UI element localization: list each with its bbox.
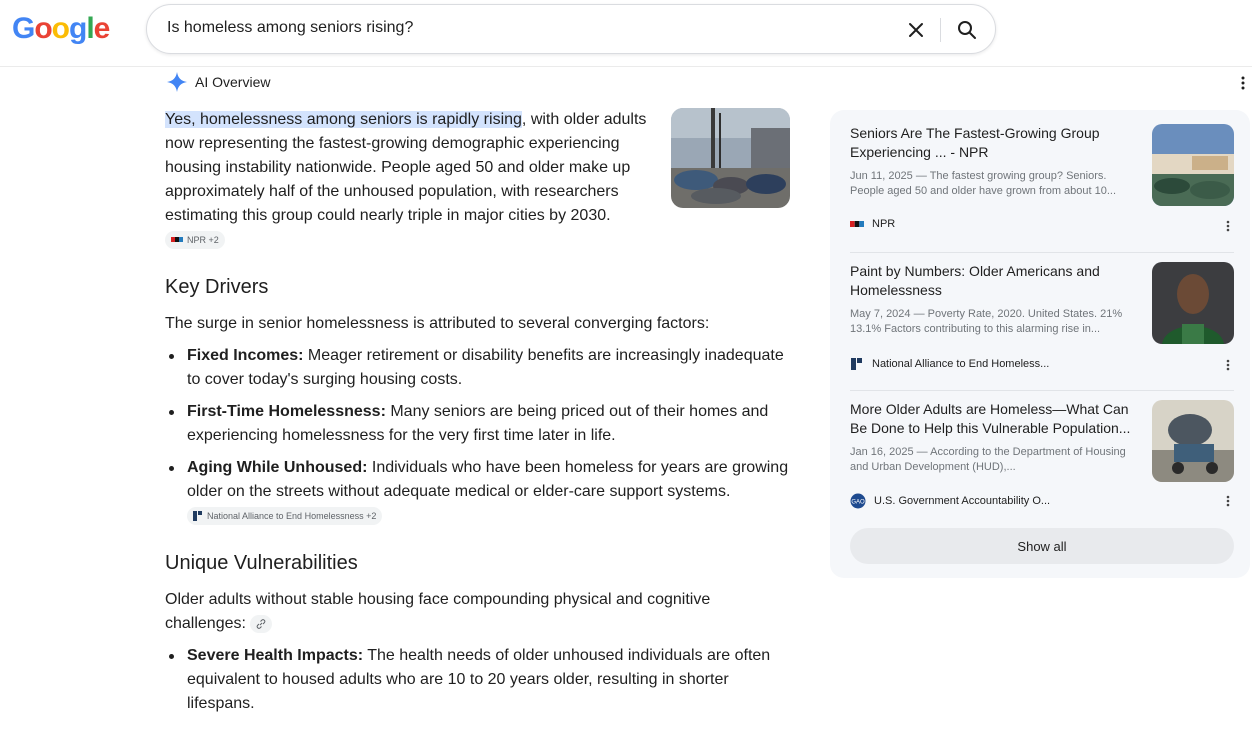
source-card-snippet: Jun 11, 2025 — The fastest growing group…	[850, 170, 1117, 197]
naeh-logo-icon	[193, 510, 202, 521]
source-card-title[interactable]: Paint by Numbers: Older Americans and Ho…	[850, 262, 1140, 300]
encampment-thumbnail-image	[1152, 124, 1234, 206]
ai-overview-more-options-button[interactable]	[1236, 74, 1250, 92]
bullet-label: Aging While Unhoused:	[187, 459, 368, 476]
source-chip-label: NPR +2	[187, 234, 219, 245]
npr-logo-icon	[171, 237, 183, 243]
source-card[interactable]: More Older Adults are Homeless—What Can …	[850, 400, 1234, 524]
bullet-list: Fixed Incomes: Meager retirement or disa…	[165, 344, 795, 528]
more-vert-icon	[1226, 495, 1230, 507]
source-card-site: NPR	[850, 218, 895, 230]
bullet-item: Severe Health Impacts: The health needs …	[165, 644, 795, 716]
bullet-label: Severe Health Impacts:	[187, 647, 364, 664]
clear-search-button[interactable]	[903, 17, 929, 43]
search-button[interactable]	[953, 16, 981, 44]
intro-paragraph: Yes, homelessness among seniors is rapid…	[165, 108, 650, 252]
bullet-item: Fixed Incomes: Meager retirement or disa…	[165, 344, 795, 392]
more-vert-icon	[1241, 76, 1245, 90]
header-divider	[0, 66, 1252, 67]
section-heading: Key Drivers	[165, 276, 269, 298]
elderly-person-thumbnail-image	[1152, 400, 1234, 482]
source-card-more-button[interactable]	[1222, 493, 1234, 509]
source-card-snippet: May 7, 2024 — Poverty Rate, 2020. United…	[850, 308, 1123, 335]
google-logo[interactable]: Google	[12, 12, 111, 46]
card-divider	[850, 390, 1234, 391]
bullet-label: First-Time Homelessness:	[187, 403, 386, 420]
source-site-name: National Alliance to End Homeless...	[872, 358, 1050, 370]
ai-overview-header: AI Overview	[167, 72, 270, 92]
logo-letter: g	[69, 12, 87, 45]
portrait-thumbnail-image	[1152, 262, 1234, 344]
source-card-site: National Alliance to End Homeless...	[850, 357, 1049, 371]
naeh-logo-icon	[851, 358, 862, 370]
source-card-more-button[interactable]	[1222, 357, 1234, 373]
bullet-list: Severe Health Impacts: The health needs …	[165, 644, 795, 716]
svg-text:GAO: GAO	[851, 500, 865, 506]
logo-letter: o	[34, 12, 52, 45]
highlighted-answer: Yes, homelessness among seniors is rapid…	[165, 111, 522, 128]
bullet-item: Aging While Unhoused: Individuals who ha…	[165, 456, 795, 528]
overview-image[interactable]	[671, 108, 790, 208]
gao-logo-icon: GAO	[850, 493, 866, 509]
logo-letter: o	[51, 12, 70, 45]
source-chip-label: National Alliance to End Homelessness +2	[207, 510, 377, 521]
show-all-button[interactable]: Show all	[850, 528, 1234, 564]
link-icon	[257, 618, 266, 629]
section-paragraph: The surge in senior homelessness is attr…	[165, 315, 710, 332]
source-card[interactable]: Seniors Are The Fastest-Growing Group Ex…	[850, 124, 1234, 248]
search-icon	[958, 21, 976, 39]
source-site-name: U.S. Government Accountability O...	[874, 495, 1051, 507]
more-vert-icon	[1226, 220, 1230, 232]
source-card[interactable]: Paint by Numbers: Older Americans and Ho…	[850, 262, 1234, 386]
search-divider	[940, 18, 941, 42]
gemini-sparkle-icon	[167, 72, 187, 92]
logo-letter: l	[86, 12, 94, 45]
search-input[interactable]	[167, 19, 867, 37]
source-chip[interactable]: National Alliance to End Homelessness +2	[187, 506, 383, 525]
ai-overview-title: AI Overview	[195, 74, 271, 90]
source-site-name: NPR	[872, 218, 896, 230]
source-card-more-button[interactable]	[1222, 218, 1234, 234]
source-card-thumbnail	[1152, 262, 1234, 344]
link-chip[interactable]	[250, 614, 273, 633]
source-chip[interactable]: NPR +2	[165, 230, 225, 249]
close-icon	[909, 23, 923, 37]
more-vert-icon	[1226, 359, 1230, 371]
bullet-label: Fixed Incomes:	[187, 347, 304, 364]
npr-logo-icon	[850, 221, 864, 227]
section-heading: Unique Vulnerabilities	[165, 552, 358, 574]
source-card-site: GAO U.S. Government Accountability O...	[850, 493, 1050, 509]
source-card-snippet: Jan 16, 2025 — According to the Departme…	[850, 446, 1126, 473]
logo-letter: G	[12, 12, 35, 45]
card-divider	[850, 252, 1234, 253]
logo-letter: e	[93, 12, 111, 45]
source-card-title[interactable]: Seniors Are The Fastest-Growing Group Ex…	[850, 124, 1140, 162]
source-card-title[interactable]: More Older Adults are Homeless—What Can …	[850, 400, 1140, 438]
source-card-thumbnail	[1152, 400, 1234, 482]
street-encampment-image	[671, 108, 790, 208]
source-card-thumbnail	[1152, 124, 1234, 206]
section-paragraph: Older adults without stable housing face…	[165, 588, 795, 636]
search-box	[146, 4, 996, 54]
section-paragraph-text: Older adults without stable housing face…	[165, 591, 711, 632]
bullet-item: First-Time Homelessness: Many seniors ar…	[165, 400, 795, 448]
sources-panel: Seniors Are The Fastest-Growing Group Ex…	[830, 110, 1250, 578]
